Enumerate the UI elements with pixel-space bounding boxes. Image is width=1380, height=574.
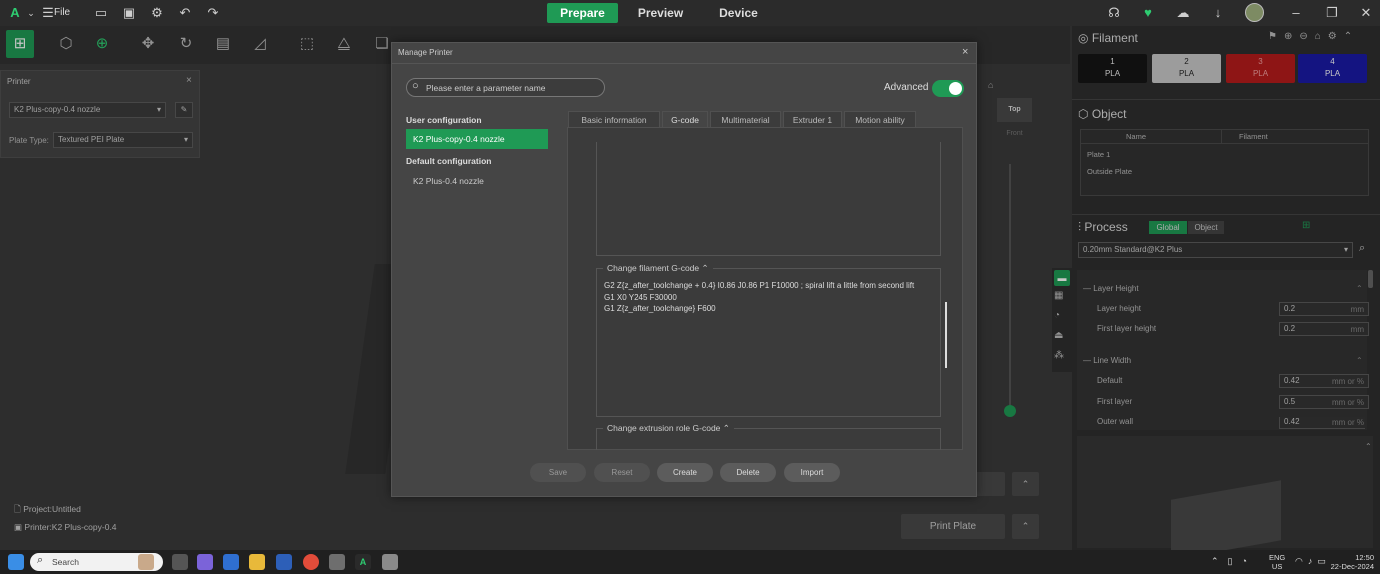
app-icon[interactable] [382,554,398,570]
extrusion-role-label: Change extrusion role G-code ⌃ [603,423,734,434]
chevron-up-icon: ⌃ [701,263,709,273]
restore-icon[interactable]: ❐ [1323,4,1341,22]
change-filament-label: Change filament G-code ⌃ [603,263,713,274]
change-extrusion-role-gcode-editor[interactable]: Change extrusion role G-code ⌃ [596,423,941,450]
mail-icon[interactable] [223,554,239,570]
save-icon[interactable]: ▣ [120,4,138,22]
title-bar: A ⌄ ☰ File ▭ ▣ ⚙ ↶ ↷ Prepare Preview Dev… [0,0,1380,26]
tab-motion-ability[interactable]: Motion ability [844,111,916,127]
gear-icon[interactable]: ⚙ [148,4,166,22]
advanced-label: Advanced [884,82,929,93]
import-button[interactable]: Import [784,463,840,482]
create-button[interactable]: Create [657,463,713,482]
parameter-search-input[interactable]: ○ Please enter a parameter name [406,78,605,97]
taskbar: ⌕ Search A ⌃▯◔ ENG US ◠♪▭ 12:50 22-Dec-202… [0,550,1380,574]
reset-button[interactable]: Reset [594,463,650,482]
undo-icon[interactable]: ↶ [176,4,194,22]
minimize-icon[interactable]: – [1287,4,1305,22]
tab-prepare[interactable]: Prepare [547,3,618,23]
dialog-title: Manage Printer [398,48,453,57]
windows-start-icon[interactable] [8,554,24,570]
tab-device[interactable]: Device [703,3,774,23]
tray-icons[interactable]: ⌃▯◔ [1211,556,1256,567]
tab-basic-information[interactable]: Basic information [568,111,660,127]
scrollbar[interactable] [945,302,947,368]
advanced-toggle[interactable] [932,80,964,97]
chevron-down-icon[interactable]: ⌄ [22,4,40,22]
search-icon: ⌕ [37,554,44,566]
open-folder-icon[interactable]: ▭ [92,4,110,22]
gcode-panel: Change filament G-code ⌃ G2 Z{z_after_to… [567,127,963,450]
headset-icon[interactable]: ☊ [1105,4,1123,22]
user-config-title: User configuration [406,115,482,125]
tab-extruder-1[interactable]: Extruder 1 [783,111,842,127]
calculator-icon[interactable] [276,554,292,570]
manage-printer-dialog: Manage Printer × ○ Please enter a parame… [391,42,977,497]
chevron-up-icon: ⌃ [722,423,730,433]
task-view-icon[interactable] [172,554,188,570]
network-volume-battery-icons[interactable]: ◠♪▭ [1295,556,1331,567]
change-filament-gcode-editor[interactable]: Change filament G-code ⌃ G2 Z{z_after_to… [596,263,941,417]
default-config-item[interactable]: K2 Plus-0.4 nozzle [413,176,484,186]
file-explorer-icon[interactable] [249,554,265,570]
tab-g-code[interactable]: G-code [662,111,708,127]
copilot-icon[interactable] [197,554,213,570]
download-icon[interactable]: ↓ [1209,4,1227,22]
redo-icon[interactable]: ↷ [204,4,222,22]
gcode-text: G2 Z{z_after_toolchange + 0.4} I0.86 J0.… [604,281,915,313]
delete-button[interactable]: Delete [720,463,776,482]
chrome-icon[interactable] [303,554,319,570]
cloud-upload-icon[interactable]: ☁ [1174,4,1192,22]
tab-multimaterial[interactable]: Multimaterial [710,111,781,127]
language-indicator[interactable]: ENG US [1269,553,1285,571]
creality-print-icon[interactable]: A [355,554,371,570]
search-highlight-icon [138,554,154,570]
avatar[interactable] [1245,3,1264,22]
tab-preview[interactable]: Preview [625,3,696,23]
user-config-item[interactable]: K2 Plus-copy-0.4 nozzle [406,129,548,149]
heart-icon[interactable]: ♥ [1139,4,1157,22]
search-icon: ○ [412,80,419,92]
taskbar-search[interactable]: ⌕ Search [30,553,163,571]
file-menu[interactable]: File [54,7,70,18]
clock[interactable]: 12:50 22-Dec-2024 [1328,553,1374,571]
app-icon[interactable] [329,554,345,570]
default-config-title: Default configuration [406,156,492,166]
close-icon[interactable]: ✕ [1357,4,1375,22]
divider [392,63,976,64]
gcode-editor-previous[interactable] [596,142,941,256]
close-icon[interactable]: × [962,46,968,58]
toggle-knob [949,82,962,95]
save-button[interactable]: Save [530,463,586,482]
